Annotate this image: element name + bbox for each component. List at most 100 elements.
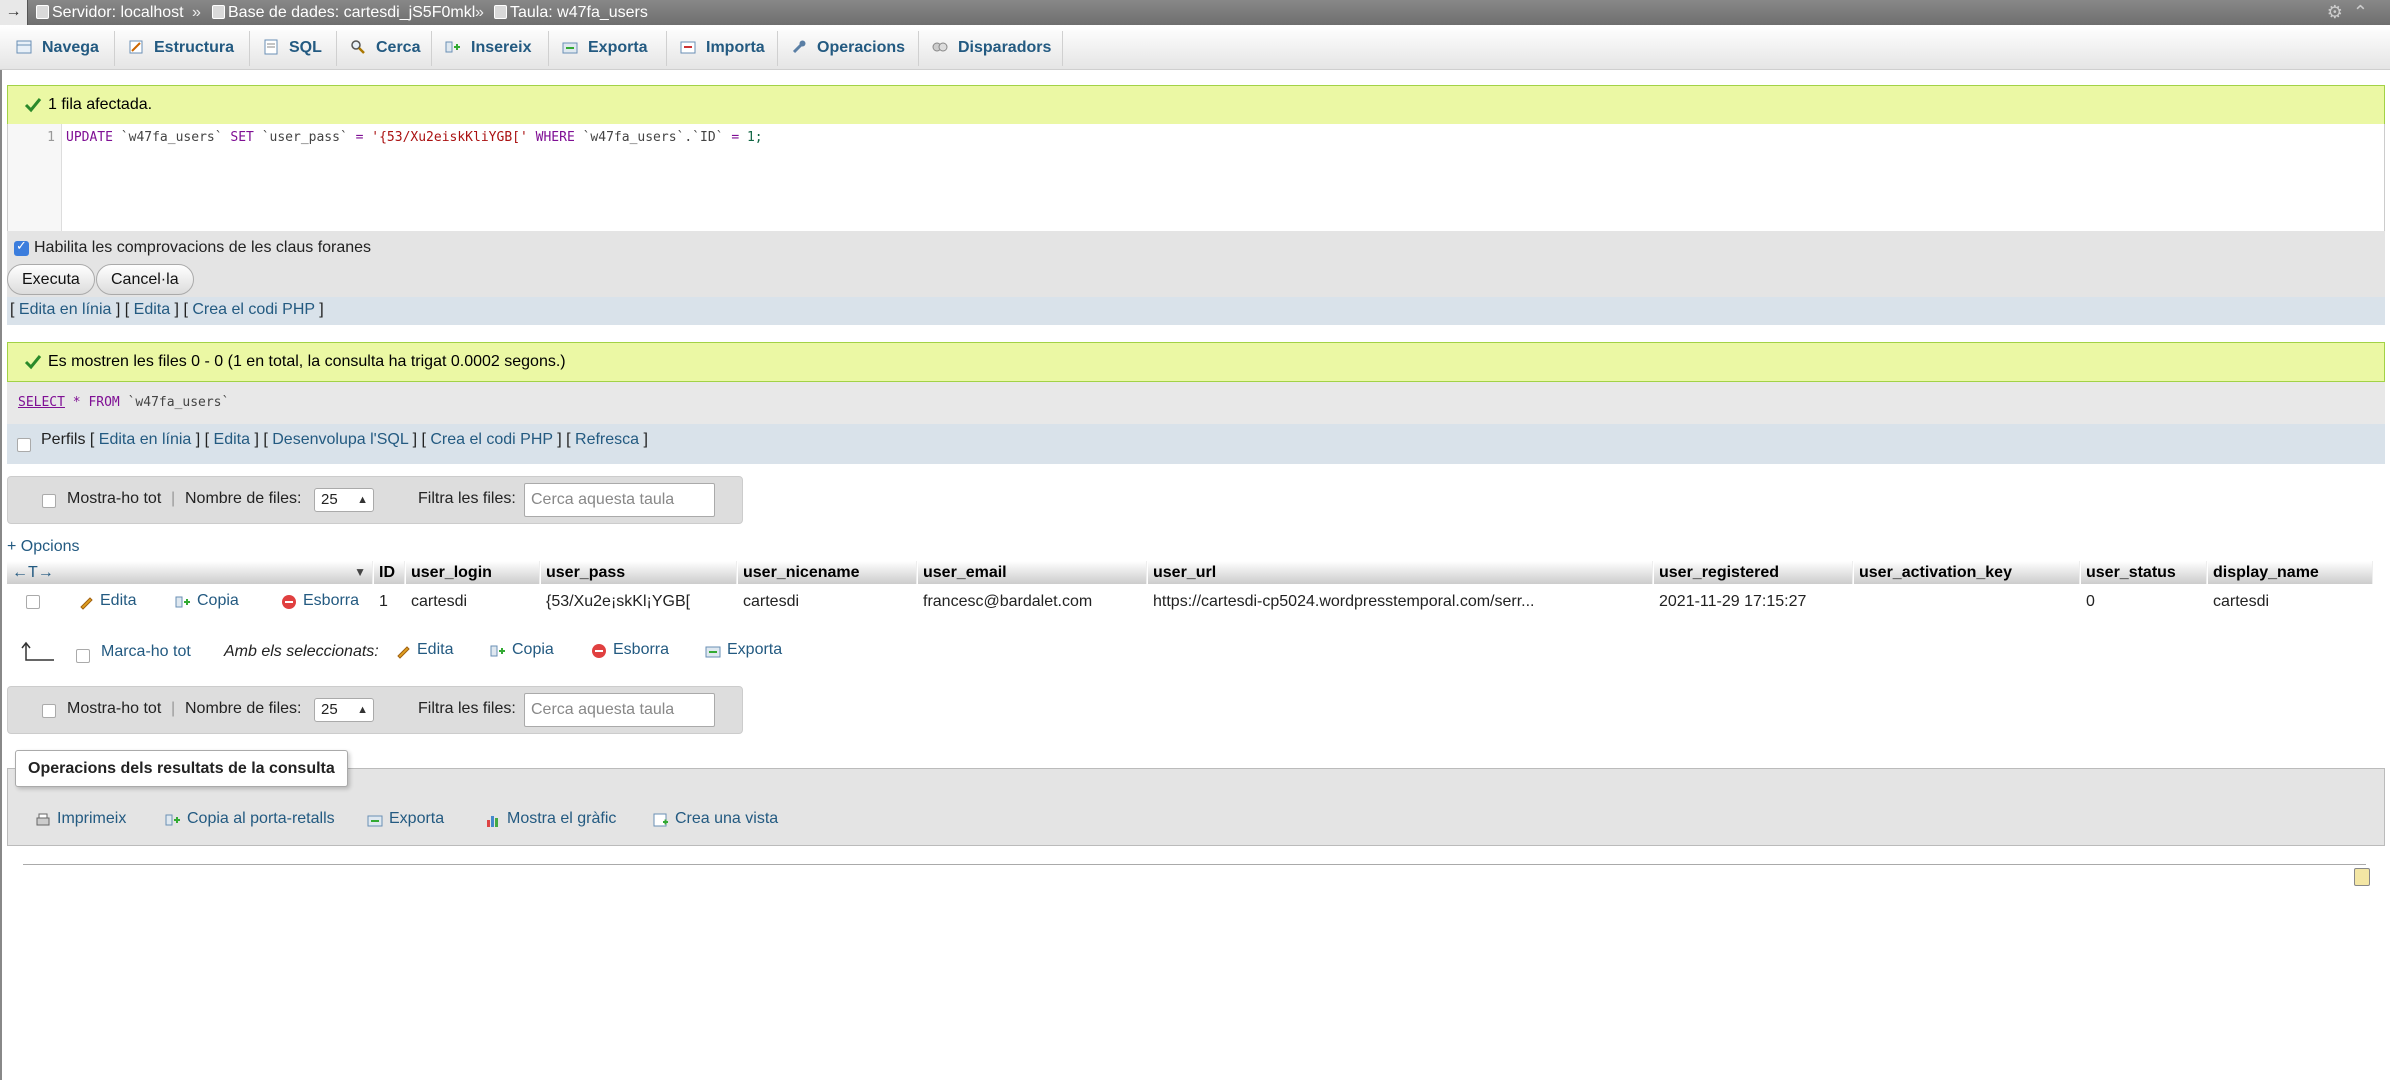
delete-label: Esborra <box>613 641 670 658</box>
breadcrumb-separator: » <box>475 4 484 21</box>
bulk-copy-button[interactable]: Copia <box>490 641 554 659</box>
wrench-icon <box>792 40 806 54</box>
breadcrumb-table-label: Taula: w47fa_users <box>510 4 648 21</box>
row-checkbox[interactable] <box>26 595 40 609</box>
column-header-user-url[interactable]: user_url <box>1148 561 1653 584</box>
line-number: 1 <box>8 124 62 231</box>
tab-label: Operacions <box>817 39 906 56</box>
cell-user-registered[interactable]: 2021-11-29 17:15:27 <box>1654 591 1806 613</box>
tab-insert[interactable]: Insereix <box>433 31 549 66</box>
row-copy-button[interactable]: Copia <box>175 592 239 610</box>
show-all-checkbox[interactable] <box>42 494 56 508</box>
column-header-user-login[interactable]: user_login <box>406 561 540 584</box>
column-header-user-nicename[interactable]: user_nicename <box>738 561 917 584</box>
insert-icon <box>445 41 460 53</box>
sql-operator: = <box>355 130 364 145</box>
breadcrumb-table[interactable]: Taula: w47fa_users <box>494 3 648 22</box>
cell-user-activation-key[interactable] <box>1854 591 1859 613</box>
execute-button[interactable]: Executa <box>7 264 95 295</box>
column-header-user-registered[interactable]: user_registered <box>1654 561 1853 584</box>
breadcrumb-server-label: Servidor: localhost <box>52 4 184 21</box>
settings-collapse-icons[interactable]: ⚙⌃ <box>2327 2 2378 23</box>
foreign-key-checkbox[interactable] <box>14 238 29 256</box>
create-view-button[interactable]: Crea una vista <box>653 810 778 828</box>
sql-identifier: `w47fa_users` <box>120 130 223 145</box>
bulk-delete-button[interactable]: Esborra <box>591 641 669 659</box>
query-operations-box: Imprimeix Copia al porta-retalls Exporta… <box>7 768 2385 846</box>
column-header-user-activation-key[interactable]: user_activation_key <box>1854 561 2080 584</box>
sql-editor[interactable]: 1 UPDATE `w47fa_users` SET `user_pass` =… <box>7 124 2385 231</box>
show-all-checkbox[interactable] <box>42 704 56 718</box>
column-header-user-email[interactable]: user_email <box>918 561 1147 584</box>
check-all-link[interactable]: Marca-ho tot <box>101 643 191 661</box>
collapse-arrow-icon[interactable]: → <box>0 0 28 25</box>
breadcrumb-server[interactable]: Servidor: localhost <box>36 3 184 22</box>
cell-display-name[interactable]: cartesdi <box>2208 591 2269 613</box>
copy-icon <box>490 645 505 657</box>
cancel-button[interactable]: Cancel·la <box>96 264 194 295</box>
copy-clipboard-button[interactable]: Copia al porta-retalls <box>165 810 335 828</box>
edit-link[interactable]: Edita <box>214 431 250 448</box>
cell-user-status[interactable]: 0 <box>2081 591 2095 613</box>
column-arrows-icon[interactable]: ←T→ <box>12 564 54 581</box>
edit-link[interactable]: Edita <box>134 301 170 318</box>
sql-keyword: WHERE <box>535 130 575 145</box>
cell-id[interactable]: 1 <box>374 591 388 613</box>
column-header-user-status[interactable]: user_status <box>2081 561 2207 584</box>
profiling-checkbox[interactable] <box>17 438 31 452</box>
cell-user-url[interactable]: https://cartesdi-cp5024.wordpresstempora… <box>1148 591 1535 613</box>
cell-user-login[interactable]: cartesdi <box>406 591 467 613</box>
refresh-link[interactable]: Refresca <box>575 431 639 448</box>
rows-select[interactable]: 25 ▲ <box>314 488 374 512</box>
tab-label: Importa <box>706 39 765 56</box>
select-arrow-icon: ▲ <box>357 494 368 506</box>
tab-import[interactable]: Importa <box>668 31 778 66</box>
tab-operations[interactable]: Operacions <box>779 31 919 66</box>
export-icon <box>705 646 721 658</box>
tab-bar: Navega Estructura SQL Cerca Insereix Exp… <box>0 25 2390 70</box>
cell-user-email[interactable]: francesc@bardalet.com <box>918 591 1092 613</box>
check-all-checkbox[interactable] <box>76 649 90 663</box>
tab-browse[interactable]: Navega <box>4 31 115 66</box>
explain-sql-link[interactable]: Desenvolupa l'SQL <box>272 431 408 448</box>
inline-edit-link[interactable]: Edita en línia <box>99 431 192 448</box>
sort-dropdown-icon[interactable]: ▼ <box>354 561 366 584</box>
tab-structure[interactable]: Estructura <box>116 31 250 66</box>
divider: | <box>171 490 176 507</box>
tab-triggers[interactable]: Disparadors <box>920 31 1063 66</box>
breadcrumb-separator: » <box>192 4 201 21</box>
column-header-user-pass[interactable]: user_pass <box>541 561 737 584</box>
filter-input[interactable]: Cerca aquesta taula <box>524 483 715 517</box>
tab-sql[interactable]: SQL <box>251 31 337 66</box>
cell-user-nicename[interactable]: cartesdi <box>738 591 799 613</box>
bulk-export-button[interactable]: Exporta <box>705 641 782 659</box>
tab-export[interactable]: Exporta <box>550 31 667 66</box>
bulk-edit-button[interactable]: Edita <box>395 641 453 659</box>
row-delete-button[interactable]: Esborra <box>281 592 359 610</box>
select-success-message: Es mostren les files 0 - 0 (1 en total, … <box>7 342 2385 382</box>
column-header-display-name[interactable]: display_name <box>2208 561 2373 584</box>
display-chart-button[interactable]: Mostra el gràfic <box>485 810 616 828</box>
breadcrumb-database[interactable]: Base de dades: cartesdi_jS5F0mkl <box>212 3 475 22</box>
sql-code[interactable]: UPDATE `w47fa_users` SET `user_pass` = '… <box>66 130 763 145</box>
export-results-button[interactable]: Exporta <box>367 810 444 828</box>
row-edit-button[interactable]: Edita <box>78 592 136 610</box>
table-icon <box>494 5 507 19</box>
cell-user-pass[interactable]: {53/Xu2e¡skKl¡YGB[ <box>541 591 690 613</box>
update-links-bar: [ Edita en línia ] [ Edita ] [ Crea el c… <box>7 297 2385 325</box>
checkmark-icon <box>24 98 42 113</box>
profiling-label: Perfils <box>41 431 86 448</box>
console-icon[interactable] <box>2354 868 2370 886</box>
column-header-id[interactable]: ID <box>374 561 405 584</box>
print-button[interactable]: Imprimeix <box>35 810 126 828</box>
tab-search[interactable]: Cerca <box>338 31 432 66</box>
options-toggle[interactable]: + Opcions <box>7 538 79 556</box>
create-php-link[interactable]: Crea el codi PHP <box>430 431 552 448</box>
rows-select[interactable]: 25 ▲ <box>314 698 374 722</box>
sql-keyword[interactable]: SELECT <box>18 395 65 410</box>
sql-identifier: `user_pass` <box>261 130 348 145</box>
filter-input[interactable]: Cerca aquesta taula <box>524 693 715 727</box>
create-php-link[interactable]: Crea el codi PHP <box>192 301 314 318</box>
inline-edit-link[interactable]: Edita en línia <box>19 301 112 318</box>
checkmark-icon <box>24 355 42 370</box>
